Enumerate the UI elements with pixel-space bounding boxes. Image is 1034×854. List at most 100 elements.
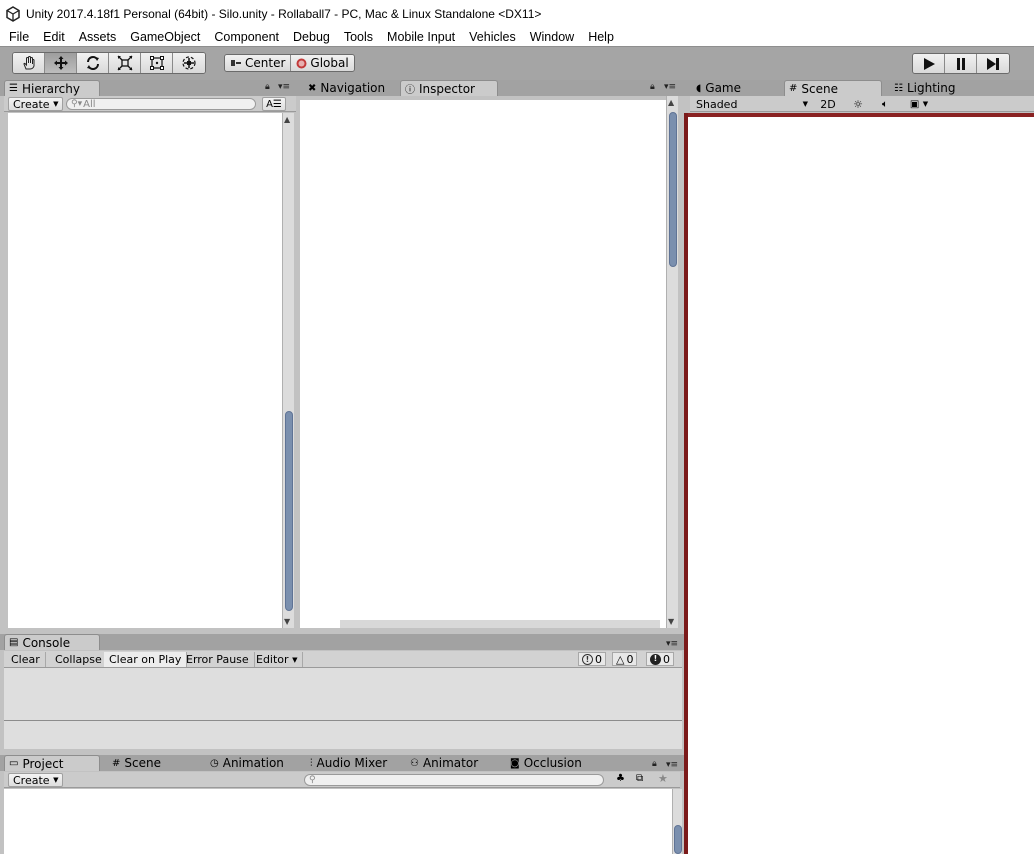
console-detail-area[interactable]: [4, 721, 682, 749]
step-button[interactable]: [977, 54, 1009, 73]
lock-icon[interactable]: 🔒︎: [650, 82, 655, 92]
menu-assets[interactable]: Assets: [71, 30, 123, 44]
alpha-sort-icon: A☰: [266, 98, 282, 110]
tab-scene[interactable]: # Scene: [784, 80, 882, 96]
tab-console-label: Console: [22, 635, 71, 650]
console-info-toggle[interactable]: ! 0: [578, 652, 606, 666]
menu-help[interactable]: Help: [580, 30, 620, 44]
pivot-center-button[interactable]: Center: [225, 55, 292, 71]
2d-toggle[interactable]: 2D: [816, 97, 840, 111]
tab-inspector[interactable]: ⓘ Inspector: [400, 80, 498, 96]
scale-tool-button[interactable]: [109, 53, 141, 73]
menu-tools[interactable]: Tools: [336, 30, 379, 44]
hierarchy-scrollbar[interactable]: ▲ ▼: [282, 113, 294, 628]
scene-audio-toggle[interactable]: 🔈︎: [874, 97, 896, 111]
inspector-scrollbar[interactable]: ▲ ▼: [666, 96, 678, 628]
menu-vehicles[interactable]: Vehicles: [461, 30, 522, 44]
scene-lighting-toggle[interactable]: ☼: [848, 97, 868, 111]
console-clear-label: Clear: [11, 653, 40, 666]
dropdown-arrow-icon: ▼: [53, 776, 59, 784]
project-create-button[interactable]: Create ▼: [8, 773, 64, 787]
project-search-input[interactable]: ⚲: [304, 774, 604, 786]
filter-type-icon[interactable]: ♣: [616, 773, 625, 784]
menu-file[interactable]: File: [0, 30, 35, 44]
lock-icon[interactable]: 🔒︎: [652, 759, 657, 769]
scene-effects-dropdown[interactable]: ▣ ▼: [904, 97, 934, 111]
hierarchy-search-input[interactable]: ⚲▾ All: [66, 98, 256, 110]
console-error-toggle[interactable]: ! 0: [646, 652, 674, 666]
tab-animator[interactable]: ⚇ Animator: [406, 755, 502, 771]
space-global-button[interactable]: Global: [291, 55, 354, 71]
panel-menu-icon[interactable]: ▾≡: [666, 639, 678, 649]
panel-menu-icon[interactable]: ▾≡: [666, 760, 678, 770]
warning-icon: △: [616, 652, 625, 666]
tab-navigation[interactable]: ✖ Navigation: [304, 80, 398, 96]
folder-icon: ▭: [9, 758, 19, 769]
inspector-content[interactable]: [300, 100, 666, 628]
play-button[interactable]: [913, 54, 945, 73]
tab-navigation-label: Navigation: [320, 81, 386, 95]
scene-view[interactable]: [688, 117, 1034, 854]
hierarchy-create-button[interactable]: Create ▼: [8, 97, 64, 111]
menu-window[interactable]: Window: [522, 30, 580, 44]
rotate-tool-button[interactable]: [77, 53, 109, 73]
menu-debug[interactable]: Debug: [285, 30, 336, 44]
scroll-up-icon[interactable]: ▲: [668, 98, 674, 107]
game-icon: ◖: [696, 82, 702, 94]
panel-menu-icon[interactable]: ▾≡: [664, 82, 676, 92]
console-editor-label: Editor: [256, 653, 289, 666]
move-tool-button[interactable]: [45, 53, 77, 73]
hierarchy-scroll-thumb[interactable]: [285, 411, 293, 611]
tab-project-label: Project: [22, 756, 64, 771]
tab-animation-label: Animation: [222, 756, 284, 770]
favorite-star-icon[interactable]: ★: [658, 772, 668, 785]
clock-icon: ◷: [210, 757, 219, 769]
inspector-hscroll[interactable]: [340, 620, 660, 628]
console-error-pause-button[interactable]: Error Pause: [181, 652, 255, 667]
tab-project-scene-label: Scene: [124, 756, 161, 770]
shading-mode-dropdown[interactable]: Shaded ▼: [692, 97, 810, 111]
console-log-list[interactable]: [4, 668, 682, 720]
scroll-down-icon[interactable]: ▼: [284, 617, 290, 626]
hierarchy-tabstrip: ☰ Hierarchy 🔒︎ ▾≡: [0, 80, 296, 96]
lock-icon[interactable]: 🔒︎: [265, 82, 270, 92]
panel-menu-icon[interactable]: ▾≡: [278, 82, 290, 92]
console-clear-on-play-button[interactable]: Clear on Play: [104, 652, 188, 667]
transform-tool-button[interactable]: [173, 53, 205, 73]
hand-tool-button[interactable]: [13, 53, 45, 73]
menu-bar: File Edit Assets GameObject Component De…: [0, 28, 1034, 46]
tab-project[interactable]: ▭ Project: [4, 755, 100, 771]
tab-console[interactable]: ▤ Console: [4, 634, 100, 650]
console-editor-dropdown[interactable]: Editor ▼: [251, 652, 304, 667]
scene-tabstrip: ◖ Game # Scene ☷ Lighting: [684, 80, 1034, 96]
console-clear-button[interactable]: Clear: [6, 652, 46, 667]
menu-edit[interactable]: Edit: [35, 30, 71, 44]
console-collapse-button[interactable]: Collapse: [50, 652, 108, 667]
dropdown-arrow-icon: ▼: [922, 100, 929, 108]
tab-animation[interactable]: ◷ Animation: [206, 755, 300, 771]
project-scrollbar[interactable]: [672, 789, 682, 854]
tab-audio-mixer[interactable]: ⫶ Audio Mixer: [306, 755, 406, 771]
scroll-down-icon[interactable]: ▼: [668, 617, 674, 626]
project-scroll-thumb[interactable]: [674, 825, 682, 854]
hierarchy-list[interactable]: [8, 113, 282, 628]
menu-mobile-input[interactable]: Mobile Input: [379, 30, 461, 44]
move-tool-icon: [53, 56, 68, 70]
rect-tool-button[interactable]: [141, 53, 173, 73]
tab-lighting[interactable]: ☷ Lighting: [890, 80, 990, 96]
project-browser[interactable]: [4, 789, 674, 854]
scroll-up-icon[interactable]: ▲: [284, 115, 290, 124]
inspector-scroll-thumb[interactable]: [669, 112, 677, 267]
menu-component[interactable]: Component: [206, 30, 285, 44]
tab-game[interactable]: ◖ Game: [692, 80, 782, 96]
tab-animator-label: Animator: [422, 756, 479, 770]
title-bar: Unity 2017.4.18f1 Personal (64bit) - Sil…: [0, 0, 1034, 28]
label-tag-icon[interactable]: ⧉: [636, 773, 643, 784]
sort-button[interactable]: A☰: [262, 97, 286, 111]
tab-hierarchy[interactable]: ☰ Hierarchy: [4, 80, 100, 96]
menu-gameobject[interactable]: GameObject: [122, 30, 206, 44]
tab-occlusion[interactable]: ◙ Occlusion: [506, 755, 606, 771]
console-warning-toggle[interactable]: △ 0: [612, 652, 638, 666]
pause-button[interactable]: [945, 54, 977, 73]
tab-project-scene[interactable]: # Scene: [108, 755, 198, 771]
